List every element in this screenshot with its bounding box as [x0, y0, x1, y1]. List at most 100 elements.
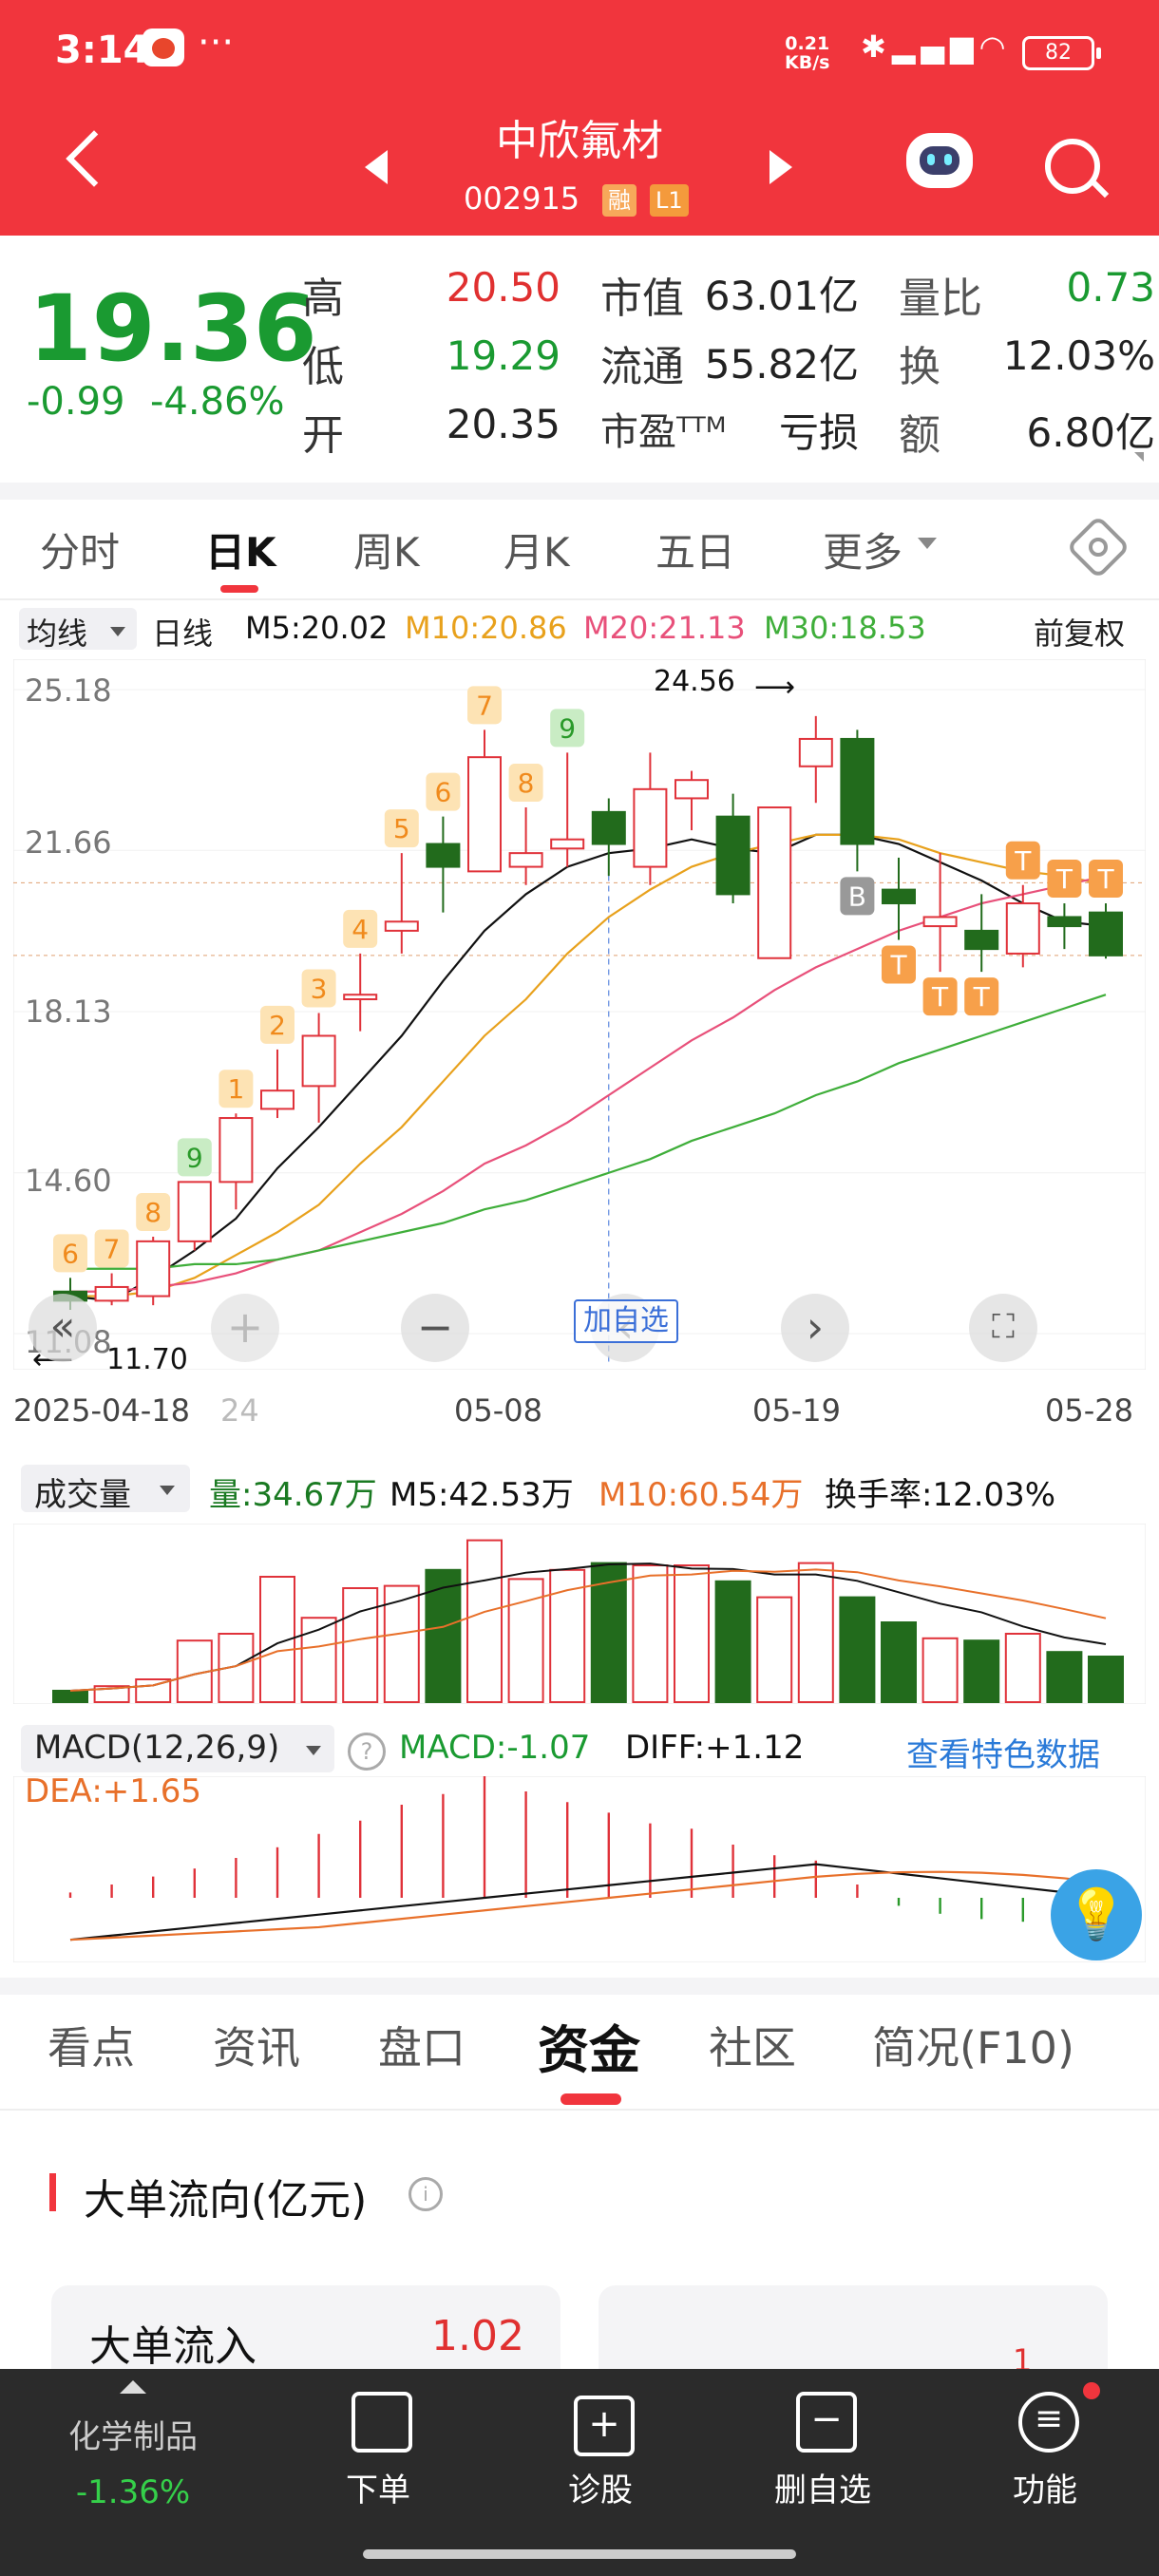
macd-diff-line	[69, 1863, 1107, 1941]
volume-selector-label: 成交量	[34, 1476, 131, 1514]
add-watchlist-button[interactable]: 加自选	[574, 1299, 678, 1343]
help-icon[interactable]: ?	[348, 1733, 386, 1771]
turnover-value: 12.03%	[1002, 332, 1155, 379]
candle-body	[1047, 916, 1082, 928]
tab-intraday[interactable]: 分时	[40, 521, 120, 578]
vol-ratio-label: 量比	[899, 275, 982, 323]
tab-monthly-k[interactable]: 月K	[504, 521, 570, 578]
candle-body	[467, 756, 502, 873]
section-divider	[0, 1978, 1159, 1995]
detail-tab-indicator	[560, 2093, 621, 2105]
tab-community[interactable]: 社区	[709, 2014, 796, 2076]
volume-bar	[714, 1580, 751, 1703]
low-label: 低	[302, 343, 344, 391]
battery-icon: 82	[1022, 36, 1101, 70]
price-change-pct: -4.86%	[150, 380, 285, 424]
tab-news[interactable]: 资讯	[213, 2014, 300, 2076]
volume-bar	[963, 1639, 1000, 1703]
info-icon[interactable]: i	[408, 2177, 443, 2211]
order-icon[interactable]	[352, 2392, 412, 2453]
chevron-up-icon[interactable]	[120, 2380, 146, 2394]
macd-value: MACD:-1.07	[399, 1729, 591, 1767]
candle-body	[591, 810, 626, 845]
volume-chart[interactable]	[13, 1524, 1146, 1704]
tab-profile-f10[interactable]: 简况(F10)	[872, 2014, 1074, 2076]
stock-code: 002915	[464, 180, 580, 217]
macd-chart[interactable]	[13, 1776, 1146, 1962]
volume-bar	[756, 1596, 793, 1703]
tab-five-day[interactable]: 五日	[656, 521, 735, 578]
volume-bar	[1004, 1633, 1041, 1703]
volume-bar	[1046, 1651, 1083, 1703]
candle-body	[343, 994, 378, 1001]
zoom-out-icon[interactable]: −	[401, 1294, 469, 1362]
robot-assistant-icon[interactable]	[906, 133, 973, 188]
signal-badge-label: T	[931, 981, 949, 1013]
inflow-label: 大单流入	[89, 2322, 256, 2371]
fullscreen-icon[interactable]: ⛶	[969, 1294, 1037, 1362]
amount-value: 6.80亿	[1026, 409, 1155, 456]
signal-badge-label: 6	[62, 1238, 79, 1269]
tab-more[interactable]: 更多	[823, 521, 902, 578]
candle-body	[136, 1240, 171, 1297]
tab-active-indicator	[220, 585, 258, 593]
tab-capital[interactable]: 资金	[538, 2008, 640, 2083]
sector-name[interactable]: 化学制品	[57, 2411, 209, 2457]
price-tick: 21.66	[25, 824, 112, 861]
functions-icon[interactable]: ≡	[1018, 2392, 1079, 2453]
volume-bar	[922, 1637, 959, 1703]
order-button[interactable]: 下单	[314, 2464, 443, 2510]
date-tick: 05-08	[454, 1392, 542, 1429]
open-label: 开	[302, 411, 344, 460]
remove-watch-icon[interactable]: −	[796, 2392, 857, 2453]
signal-badge-label: 8	[518, 767, 535, 799]
signal-badge-label: T	[889, 950, 907, 981]
next-stock-icon[interactable]	[770, 150, 792, 184]
expand-quote-icon[interactable]	[1134, 452, 1144, 462]
vol-ratio-value: 0.73	[1066, 264, 1155, 311]
signal-badge-label: 3	[311, 973, 328, 1004]
high-label: 高	[302, 275, 344, 323]
zoom-in-icon[interactable]: +	[211, 1294, 279, 1362]
signal-badge-label: 1	[227, 1073, 244, 1105]
wifi-icon: ◠	[978, 28, 1012, 65]
adjust-mode[interactable]: 前复权	[1034, 610, 1125, 653]
signal-badge-label: 7	[476, 690, 493, 721]
price-change: -0.99	[27, 380, 125, 424]
bluetooth-icon: ✱	[861, 28, 892, 65]
header-bar: 3:14 ··· 0.21 KB/s ✱▂▄▆◠ 82 中欣氟材 002915 …	[0, 0, 1159, 236]
scroll-right-icon[interactable]: ›	[781, 1294, 849, 1362]
candle-body	[674, 779, 709, 800]
tab-daily-k[interactable]: 日K	[205, 521, 276, 578]
tab-order-book[interactable]: 盘口	[378, 2014, 466, 2076]
diagnose-icon[interactable]: +	[574, 2396, 635, 2456]
mkt-cap-label: 市值	[600, 275, 684, 323]
candle-body	[757, 806, 792, 959]
volume-bar	[881, 1621, 917, 1703]
volume-bar	[342, 1587, 379, 1703]
kline-chart[interactable]: 6 789123456789BTT TTT T	[13, 659, 1146, 1370]
net-speed-unit: KB/s	[785, 52, 830, 73]
tab-weekly-k[interactable]: 周K	[353, 521, 420, 578]
functions-button[interactable]: 功能	[980, 2464, 1110, 2510]
signal-badge-label: B	[848, 881, 866, 912]
candle-body	[882, 888, 916, 905]
signal-badge-label: 5	[393, 813, 410, 844]
candle-body	[715, 815, 750, 896]
remove-watch-button[interactable]: 删自选	[747, 2464, 899, 2510]
collapse-left-icon[interactable]: «	[28, 1294, 97, 1362]
signal-badge-label: 8	[144, 1197, 162, 1228]
volume-bar	[839, 1596, 876, 1703]
idea-bulb-icon[interactable]: 💡	[1051, 1869, 1142, 1960]
high-value: 20.50	[446, 264, 560, 311]
diagnose-button[interactable]: 诊股	[536, 2464, 665, 2510]
volume-bar	[674, 1564, 710, 1703]
date-tick: 05-28	[1045, 1392, 1133, 1429]
candle-body	[964, 929, 999, 951]
feature-data-link[interactable]: 查看特色数据	[906, 1729, 1100, 1775]
tab-highlights[interactable]: 看点	[48, 2014, 135, 2076]
margin-tag: 融	[602, 184, 636, 217]
notification-dot	[1083, 2382, 1100, 2399]
signal-badge-label: T	[1014, 845, 1032, 877]
detail-tabs-divider	[0, 2109, 1159, 2111]
